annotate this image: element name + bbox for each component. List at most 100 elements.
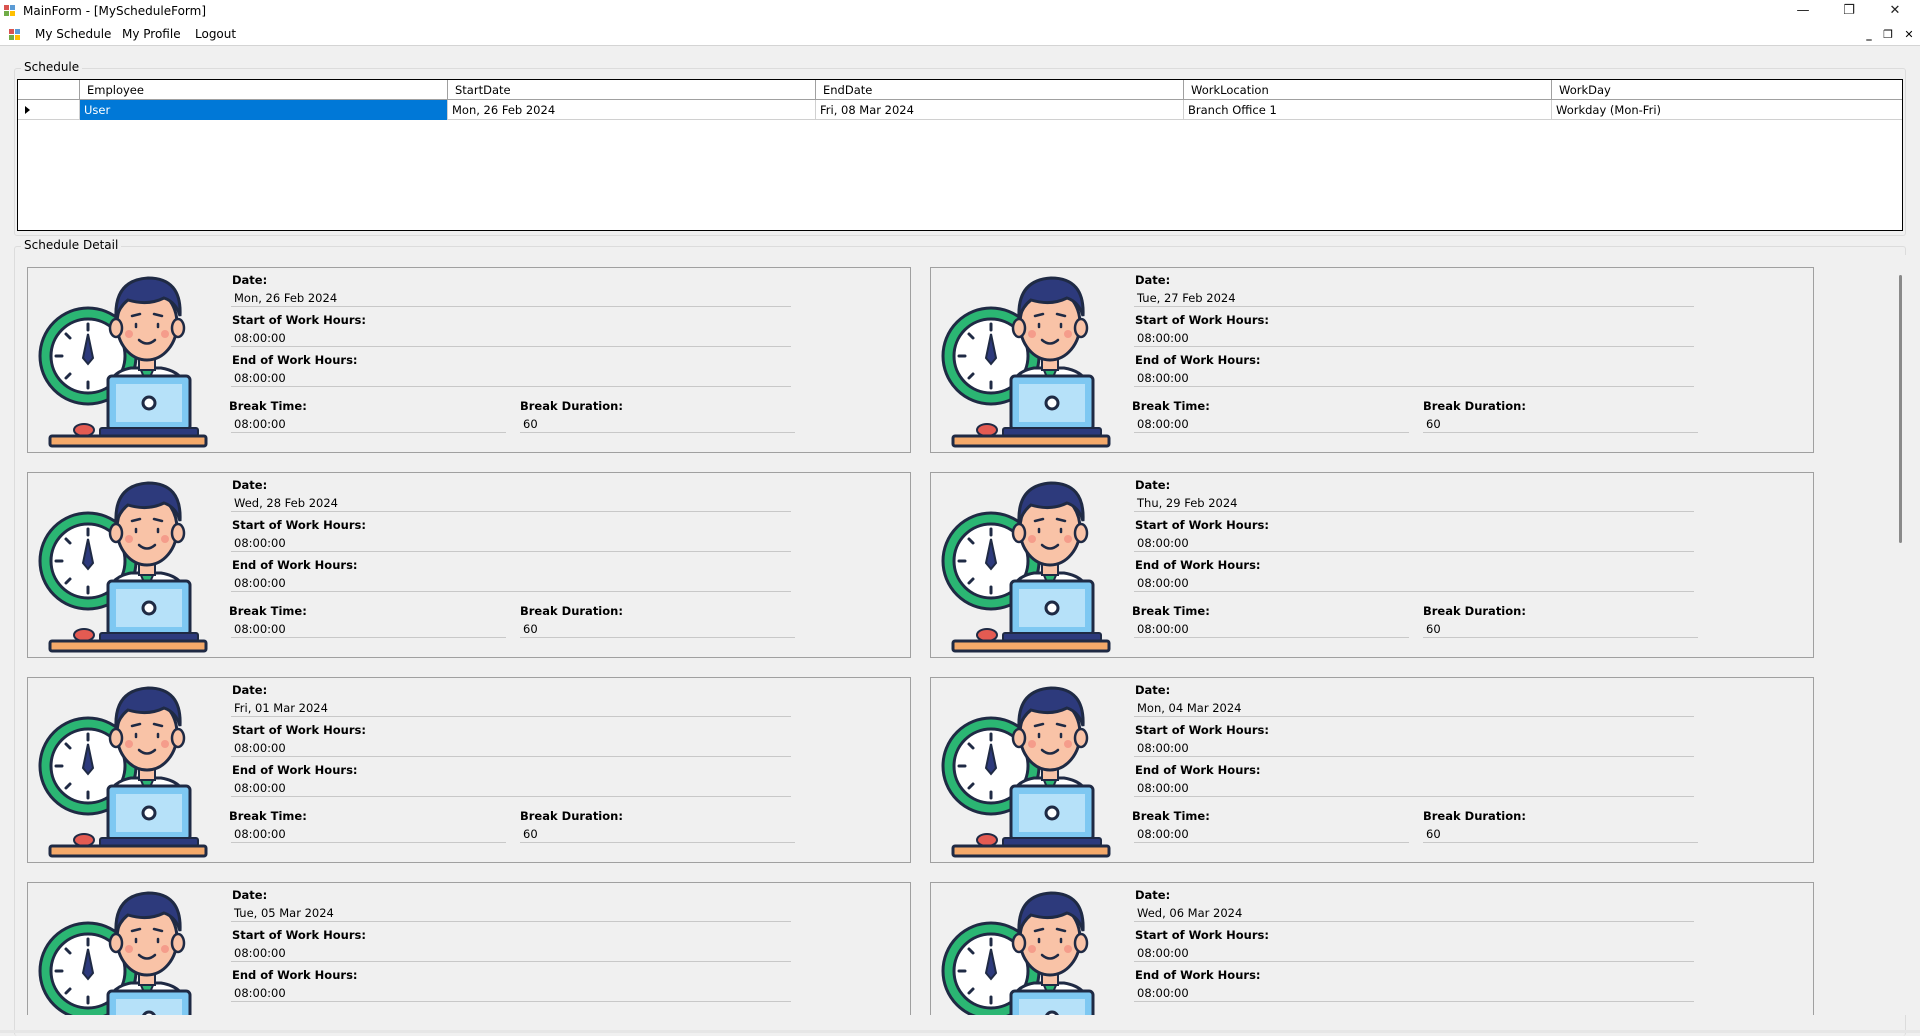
start-hours-value[interactable]: 08:00:00 — [1134, 534, 1694, 552]
date-value[interactable]: Thu, 29 Feb 2024 — [1134, 494, 1694, 512]
column-header-workday[interactable]: WorkDay — [1552, 80, 1902, 100]
menu-my-schedule[interactable]: My Schedule — [33, 27, 113, 41]
end-hours-label: End of Work Hours: — [1135, 763, 1261, 777]
date-value[interactable]: Tue, 27 Feb 2024 — [1134, 289, 1694, 307]
end-hours-value[interactable]: 08:00:00 — [231, 984, 791, 1002]
column-header-worklocation[interactable]: WorkLocation — [1184, 80, 1552, 100]
end-hours-label: End of Work Hours: — [232, 968, 358, 982]
date-label: Date: — [1135, 273, 1171, 287]
date-value[interactable]: Mon, 26 Feb 2024 — [231, 289, 791, 307]
date-value[interactable]: Wed, 06 Mar 2024 — [1134, 904, 1694, 922]
date-value[interactable]: Mon, 04 Mar 2024 — [1134, 699, 1694, 717]
end-hours-value[interactable]: 08:00:00 — [1134, 984, 1694, 1002]
employee-with-clock-and-laptop-icon — [38, 276, 208, 448]
schedule-detail-card: Date: Wed, 06 Mar 2024 Start of Work Hours… — [930, 882, 1814, 1015]
end-hours-value[interactable]: 08:00:00 — [1134, 369, 1694, 387]
maximize-button[interactable]: ❐ — [1826, 0, 1872, 24]
mdi-restore-button[interactable]: ❐ — [1881, 28, 1895, 42]
start-hours-value[interactable]: 08:00:00 — [1134, 739, 1694, 757]
schedule-detail-group-title: Schedule Detail — [21, 238, 122, 252]
break-time-label: Break Time: — [1132, 809, 1210, 823]
date-label: Date: — [232, 273, 268, 287]
break-duration-label: Break Duration: — [1423, 604, 1526, 618]
end-hours-value[interactable]: 08:00:00 — [1134, 779, 1694, 797]
table-row[interactable]: User Mon, 26 Feb 2024 Fri, 08 Mar 2024 B… — [18, 100, 1902, 120]
employee-with-clock-and-laptop-icon — [38, 686, 208, 858]
start-hours-label: Start of Work Hours: — [232, 928, 366, 942]
date-value[interactable]: Fri, 01 Mar 2024 — [231, 699, 791, 717]
cell-enddate[interactable]: Fri, 08 Mar 2024 — [816, 100, 1184, 120]
scrollbar-thumb[interactable] — [1899, 275, 1902, 543]
break-duration-value[interactable]: 60 — [520, 415, 795, 433]
cell-workday[interactable]: Workday (Mon-Fri) — [1552, 100, 1902, 120]
break-duration-value[interactable]: 60 — [520, 825, 795, 843]
minimize-button[interactable]: — — [1780, 0, 1826, 24]
mdi-child-icon[interactable] — [9, 29, 22, 41]
break-time-value[interactable]: 08:00:00 — [231, 415, 506, 433]
start-hours-label: Start of Work Hours: — [1135, 518, 1269, 532]
schedule-detail-card: Date: Mon, 04 Mar 2024 Start of Work Hours… — [930, 677, 1814, 863]
end-hours-value[interactable]: 08:00:00 — [231, 369, 791, 387]
schedule-detail-card: Date: Thu, 29 Feb 2024 Start of Work Hours… — [930, 472, 1814, 658]
grid-header: Employee StartDate EndDate WorkLocation … — [18, 80, 1902, 100]
detail-scrollbar[interactable] — [1892, 255, 1909, 1015]
cell-employee[interactable]: User — [80, 100, 448, 120]
column-header-employee[interactable]: Employee — [80, 80, 448, 100]
employee-with-clock-and-laptop-icon — [38, 891, 192, 1015]
date-value[interactable]: Tue, 05 Mar 2024 — [231, 904, 791, 922]
menu-logout[interactable]: Logout — [193, 27, 238, 41]
break-time-label: Break Time: — [1132, 604, 1210, 618]
break-time-label: Break Time: — [229, 809, 307, 823]
date-value[interactable]: Wed, 28 Feb 2024 — [231, 494, 791, 512]
row-header[interactable] — [18, 100, 80, 120]
break-duration-label: Break Duration: — [520, 399, 623, 413]
end-hours-value[interactable]: 08:00:00 — [231, 779, 791, 797]
schedule-grid[interactable]: Employee StartDate EndDate WorkLocation … — [17, 79, 1903, 231]
break-time-value[interactable]: 08:00:00 — [1134, 415, 1409, 433]
break-time-label: Break Time: — [229, 399, 307, 413]
menu-my-profile[interactable]: My Profile — [120, 27, 183, 41]
current-row-arrow-icon — [25, 106, 30, 114]
break-duration-value[interactable]: 60 — [1423, 825, 1698, 843]
break-duration-label: Break Duration: — [520, 1014, 623, 1015]
start-hours-value[interactable]: 08:00:00 — [231, 944, 791, 962]
end-hours-label: End of Work Hours: — [1135, 968, 1261, 982]
start-hours-label: Start of Work Hours: — [1135, 928, 1269, 942]
app-icon — [4, 5, 16, 17]
end-hours-label: End of Work Hours: — [232, 558, 358, 572]
mdi-minimize-button[interactable]: _ — [1862, 28, 1876, 42]
break-time-value[interactable]: 08:00:00 — [231, 825, 506, 843]
schedule-detail-card: Date: Tue, 27 Feb 2024 Start of Work Hours… — [930, 267, 1814, 453]
start-hours-value[interactable]: 08:00:00 — [1134, 944, 1694, 962]
employee-with-clock-and-laptop-icon — [941, 481, 1111, 653]
break-duration-value[interactable]: 60 — [1423, 415, 1698, 433]
close-button[interactable]: ✕ — [1872, 0, 1918, 24]
schedule-detail-card: Date: Fri, 01 Mar 2024 Start of Work Hours… — [27, 677, 911, 863]
cell-startdate[interactable]: Mon, 26 Feb 2024 — [448, 100, 816, 120]
column-header-startdate[interactable]: StartDate — [448, 80, 816, 100]
break-duration-value[interactable]: 60 — [520, 620, 795, 638]
start-hours-label: Start of Work Hours: — [232, 313, 366, 327]
break-time-value[interactable]: 08:00:00 — [231, 620, 506, 638]
break-time-value[interactable]: 08:00:00 — [1134, 620, 1409, 638]
mdi-close-button[interactable]: ✕ — [1902, 28, 1916, 42]
employee-with-clock-and-laptop-icon — [941, 686, 1111, 858]
date-label: Date: — [1135, 478, 1171, 492]
break-duration-value[interactable]: 60 — [1423, 620, 1698, 638]
date-label: Date: — [1135, 888, 1171, 902]
schedule-detail-panel: Date: Mon, 26 Feb 2024 Start of Work Hours… — [14, 255, 1906, 1015]
start-hours-value[interactable]: 08:00:00 — [231, 739, 791, 757]
end-hours-value[interactable]: 08:00:00 — [1134, 574, 1694, 592]
break-time-label: Break Time: — [1132, 399, 1210, 413]
start-hours-value[interactable]: 08:00:00 — [1134, 329, 1694, 347]
start-hours-label: Start of Work Hours: — [232, 518, 366, 532]
start-hours-value[interactable]: 08:00:00 — [231, 534, 791, 552]
schedule-group-title: Schedule — [21, 60, 83, 74]
start-hours-value[interactable]: 08:00:00 — [231, 329, 791, 347]
cell-worklocation[interactable]: Branch Office 1 — [1184, 100, 1552, 120]
break-time-value[interactable]: 08:00:00 — [1134, 825, 1409, 843]
row-header-corner — [18, 80, 80, 100]
column-header-enddate[interactable]: EndDate — [816, 80, 1184, 100]
end-hours-value[interactable]: 08:00:00 — [231, 574, 791, 592]
break-duration-label: Break Duration: — [1423, 399, 1526, 413]
